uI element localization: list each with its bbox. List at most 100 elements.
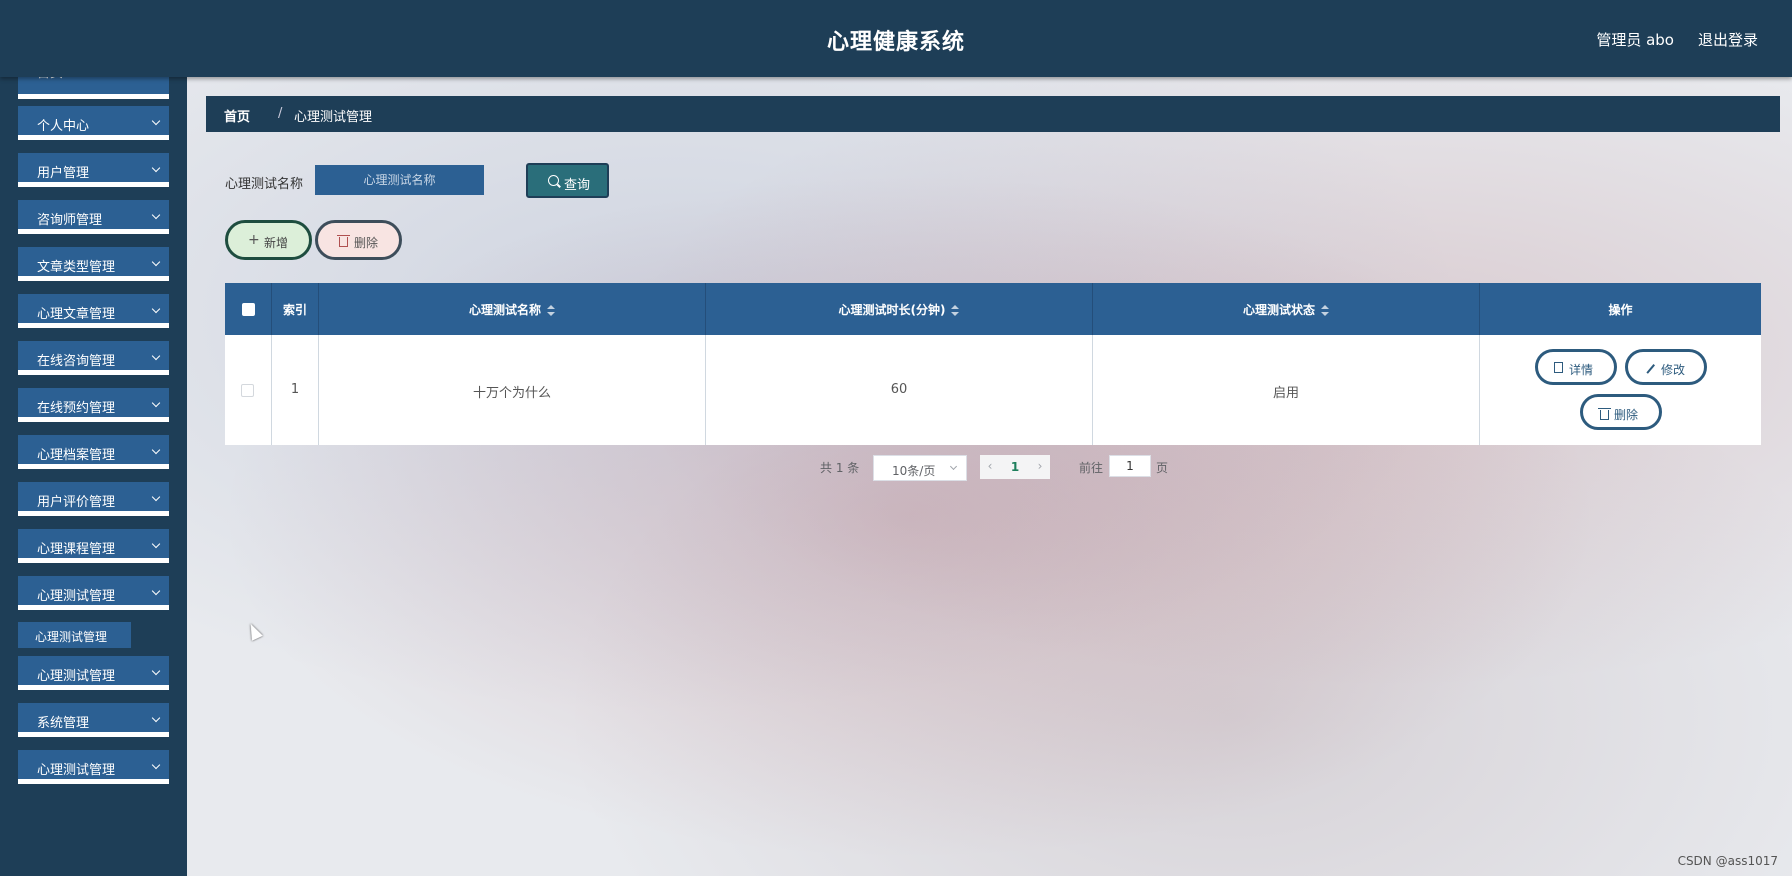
chevron-down-icon — [151, 666, 161, 676]
plus-icon: + — [248, 232, 260, 248]
edit-icon — [1646, 364, 1655, 374]
sidebar-item-label: 心理测试管理 — [37, 589, 116, 604]
sort-icon[interactable] — [547, 305, 555, 316]
sidebar-item-label: 在线咨询管理 — [37, 354, 116, 369]
sidebar-item-label: 在线预约管理 — [37, 401, 116, 416]
cell-index-value: 1 — [290, 382, 300, 397]
sort-icon[interactable] — [1321, 305, 1329, 316]
search-input[interactable] — [315, 165, 484, 195]
column-header-actions: 操作 — [1608, 303, 1633, 317]
sidebar-item-personal-center[interactable]: 个人中心 — [18, 106, 169, 140]
sidebar-item-article-type-management[interactable]: 文章类型管理 — [18, 247, 169, 281]
batch-delete-button[interactable]: 删除 — [315, 220, 402, 260]
sidebar-item-label: 心理测试管理 — [37, 669, 116, 684]
batch-delete-label: 删除 — [354, 236, 379, 250]
chevron-down-icon — [151, 163, 161, 173]
sidebar-item-review-management[interactable]: 用户评价管理 — [18, 482, 169, 516]
add-button[interactable]: + 新增 — [225, 220, 312, 260]
sidebar-item-test-management-2[interactable]: 心理测试管理 — [18, 656, 169, 690]
search-label: 心理测试名称 — [225, 177, 304, 192]
sidebar-item-user-management[interactable]: 用户管理 — [18, 153, 169, 187]
breadcrumb-current: 心理测试管理 — [294, 110, 373, 125]
cell-name: 十万个为什么 — [319, 335, 706, 445]
cell-status: 启用 — [1093, 335, 1480, 445]
trash-icon — [1598, 408, 1611, 420]
column-header-name: 心理测试名称 — [468, 303, 541, 317]
chevron-down-icon — [151, 351, 161, 361]
sidebar-item-counselor-management[interactable]: 咨询师管理 — [18, 200, 169, 234]
sidebar-item-online-booking[interactable]: 在线预约管理 — [18, 388, 169, 422]
sidebar-item-label: 文章类型管理 — [37, 260, 116, 275]
next-page-button[interactable]: › — [1030, 455, 1050, 479]
cell-duration-value: 60 — [890, 382, 908, 397]
add-button-label: 新增 — [264, 236, 289, 250]
document-icon — [1554, 362, 1563, 373]
sidebar-item-label: 咨询师管理 — [37, 213, 103, 228]
trash-icon — [337, 235, 350, 247]
header-index: 索引 — [272, 283, 319, 335]
page-size-select[interactable]: 10条/页 — [873, 455, 967, 481]
sidebar-item-online-consult[interactable]: 在线咨询管理 — [18, 341, 169, 375]
sidebar-item-article-management[interactable]: 心理文章管理 — [18, 294, 169, 328]
pagination-total: 共 1 条 — [820, 461, 860, 475]
detail-button-label: 详情 — [1569, 363, 1594, 377]
row-delete-button[interactable]: 删除 — [1580, 394, 1662, 430]
breadcrumb-separator: / — [278, 106, 283, 121]
header-name[interactable]: 心理测试名称 — [319, 283, 706, 335]
goto-prefix: 前往 — [1079, 461, 1104, 475]
edit-button[interactable]: 修改 — [1625, 349, 1707, 385]
chevron-down-icon — [949, 462, 958, 471]
row-select-cell — [225, 335, 272, 445]
sidebar-item-test-management-3[interactable]: 心理测试管理 — [18, 750, 169, 784]
edit-button-label: 修改 — [1661, 363, 1686, 377]
select-all-checkbox[interactable] — [242, 303, 255, 316]
header-actions: 操作 — [1480, 283, 1761, 335]
cell-duration: 60 — [706, 335, 1093, 445]
sidebar-item-label: 用户管理 — [37, 166, 90, 181]
sidebar-item-course-management[interactable]: 心理课程管理 — [18, 529, 169, 563]
page-number-current[interactable]: 1 — [1000, 455, 1030, 479]
sidebar-item-label: 心理文章管理 — [37, 307, 116, 322]
chevron-down-icon — [151, 760, 161, 770]
sidebar-item-label: 个人中心 — [37, 119, 90, 134]
prev-page-button[interactable]: ‹ — [980, 455, 1000, 479]
header-duration[interactable]: 心理测试时长(分钟) — [706, 283, 1093, 335]
chevron-down-icon — [151, 304, 161, 314]
header-status[interactable]: 心理测试状态 — [1093, 283, 1480, 335]
cell-index: 1 — [272, 335, 319, 445]
breadcrumb: 首页 / 心理测试管理 — [206, 96, 1780, 132]
sidebar: 首页 个人中心 用户管理 咨询师管理 文章类型管理 心理文章管理 在线咨询管理 … — [0, 77, 187, 876]
header-select-cell — [225, 283, 272, 335]
goto-page-input[interactable] — [1109, 455, 1151, 477]
column-header-status: 心理测试状态 — [1242, 303, 1315, 317]
main-content: 首页 / 心理测试管理 心理测试名称 查询 + 新增 删除 索引 心理测试名称 … — [187, 77, 1792, 876]
sidebar-item-archive-management[interactable]: 心理档案管理 — [18, 435, 169, 469]
breadcrumb-home[interactable]: 首页 — [224, 106, 250, 125]
row-checkbox[interactable] — [241, 384, 254, 397]
search-button[interactable]: 查询 — [526, 163, 609, 198]
data-table: 索引 心理测试名称 心理测试时长(分钟) 心理测试状态 操作 1 十万个为什么 … — [225, 283, 1761, 445]
top-header: 心理健康系统 管理员 abo 退出登录 — [0, 0, 1792, 77]
chevron-down-icon — [151, 116, 161, 126]
search-icon — [548, 175, 559, 186]
sidebar-item-label: 心理课程管理 — [37, 542, 116, 557]
cell-status-value: 启用 — [1272, 386, 1299, 401]
chevron-down-icon — [151, 492, 161, 502]
sidebar-item-label: 心理测试管理 — [37, 763, 116, 778]
logout-link[interactable]: 退出登录 — [1698, 29, 1758, 50]
row-delete-label: 删除 — [1614, 408, 1639, 422]
sidebar-item-system-management[interactable]: 系统管理 — [18, 703, 169, 737]
sort-icon[interactable] — [951, 305, 960, 316]
sidebar-item-label: 系统管理 — [37, 716, 90, 731]
sidebar-item-home[interactable]: 首页 — [18, 77, 169, 99]
sidebar-item-test-management[interactable]: 心理测试管理 — [18, 576, 169, 610]
sidebar-item-label: 首页 — [37, 77, 63, 81]
table-header: 索引 心理测试名称 心理测试时长(分钟) 心理测试状态 操作 — [225, 283, 1761, 335]
column-header-duration: 心理测试时长(分钟) — [838, 303, 946, 317]
sidebar-subitem-test-management[interactable]: 心理测试管理 — [18, 622, 131, 648]
sidebar-subitem-label: 心理测试管理 — [35, 630, 108, 644]
page-size-value: 10条/页 — [892, 464, 936, 478]
chevron-down-icon — [151, 445, 161, 455]
detail-button[interactable]: 详情 — [1535, 349, 1617, 385]
chevron-down-icon — [151, 210, 161, 220]
